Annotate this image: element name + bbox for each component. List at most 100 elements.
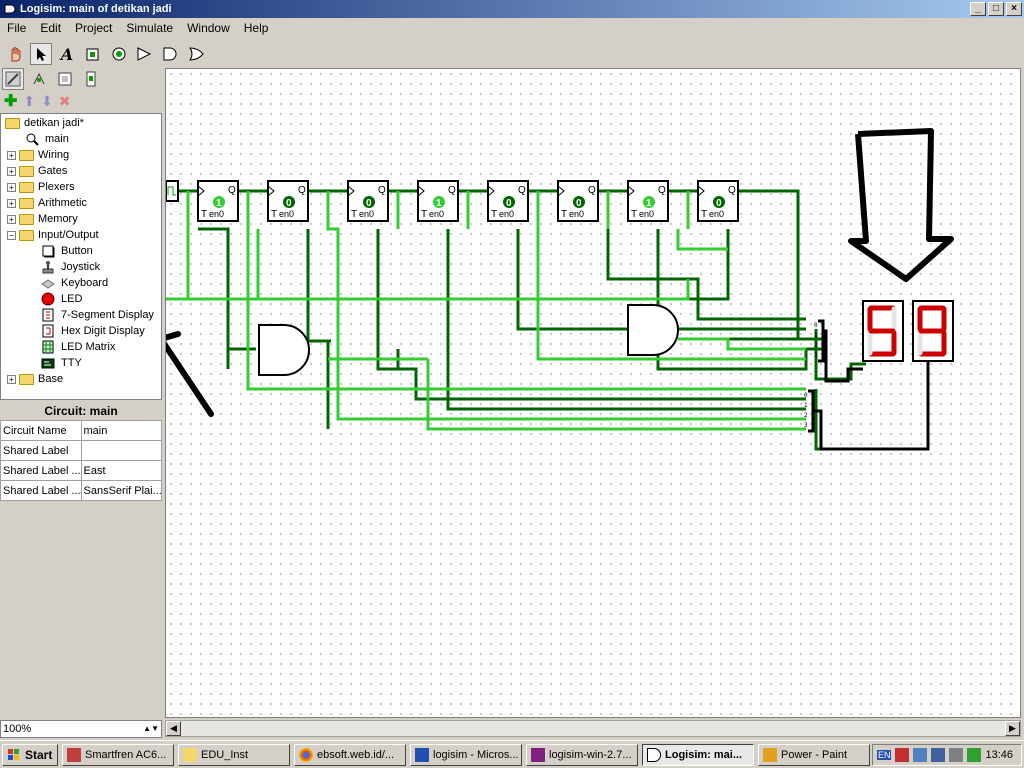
menu-window[interactable]: Window: [180, 21, 237, 35]
move-up-icon[interactable]: ⬆: [23, 93, 35, 110]
input-pin-icon[interactable]: [82, 43, 104, 65]
tree-item-led[interactable]: LED: [41, 291, 82, 307]
tree-lib-wiring[interactable]: + Wiring: [7, 147, 69, 163]
q-label: Q: [728, 185, 736, 196]
window-title-bar[interactable]: Logisim: main of detikan jadi _ □ ×: [0, 0, 1024, 18]
language-indicator[interactable]: EN: [876, 750, 892, 760]
antivirus-icon[interactable]: [895, 748, 910, 762]
t-flipflop[interactable]: 0Q T en0: [557, 180, 599, 222]
menu-simulate[interactable]: Simulate: [119, 21, 180, 35]
output-pin-icon[interactable]: [108, 43, 130, 65]
text-tool-icon[interactable]: A: [56, 43, 78, 65]
and-gate-left[interactable]: [258, 324, 310, 376]
taskbar-item-winrar[interactable]: logisim-win-2.7...: [526, 743, 638, 766]
edit-layout-icon[interactable]: [54, 68, 76, 90]
t-flipflop[interactable]: 0Q T en0: [487, 180, 529, 222]
splitter-label: 2: [804, 412, 808, 419]
circuit-canvas[interactable]: 1 Q Ten0 0 Q Ten0 0 Q Ten0 1 Q Ten0 0 Q Ten0 0 Q Ten0 1 Q Te…: [165, 68, 1021, 718]
delete-circuit-icon[interactable]: ✖: [59, 93, 71, 110]
taskbar-item-paint[interactable]: Power - Paint: [758, 743, 870, 766]
start-button[interactable]: Start: [2, 743, 58, 766]
t-flipflop[interactable]: 1Q T en0: [627, 180, 669, 222]
network-icon[interactable]: [913, 748, 928, 762]
folder-icon: [19, 373, 34, 385]
tree-circuit-main[interactable]: main: [25, 131, 69, 147]
tree-lib-gates[interactable]: + Gates: [7, 163, 67, 179]
en-label: en0: [639, 209, 654, 219]
t-flipflop[interactable]: 1Q T en0: [197, 180, 239, 222]
tree-item-tty[interactable]: TTY: [41, 355, 82, 371]
taskbar-item-chrome[interactable]: ebsoft.web.id/...: [294, 743, 406, 766]
minimize-button[interactable]: _: [970, 2, 986, 16]
expand-icon[interactable]: +: [7, 150, 16, 160]
taskbar-item-word[interactable]: logisim - Micros...: [410, 743, 522, 766]
hex-digit-display[interactable]: [912, 300, 954, 362]
zoom-spinner-icon[interactable]: ▲▼: [143, 721, 159, 737]
tree-lib-base[interactable]: + Base: [7, 371, 63, 387]
tree-item-button[interactable]: Button: [41, 243, 93, 259]
taskbar-item-smartfren[interactable]: Smartfren AC6...: [62, 743, 174, 766]
and-gate-right[interactable]: [627, 304, 679, 356]
en-label: en0: [359, 209, 374, 219]
scroll-right-icon[interactable]: ▶: [1005, 721, 1020, 736]
tree-item-7seg[interactable]: 7-Segment Display: [41, 307, 154, 323]
q-label: Q: [588, 185, 596, 196]
close-button[interactable]: ×: [1006, 2, 1022, 16]
zoom-field[interactable]: 100% ▲▼: [0, 720, 162, 738]
scroll-left-icon[interactable]: ◀: [166, 721, 181, 736]
and-gate-icon[interactable]: [160, 43, 182, 65]
menu-help[interactable]: Help: [237, 21, 276, 35]
tree-item-hex-digit[interactable]: Hex Digit Display: [41, 323, 145, 339]
simulation-tree-icon[interactable]: [28, 68, 50, 90]
edit-appearance-icon[interactable]: [80, 68, 102, 90]
tree-item-keyboard[interactable]: Keyboard: [41, 275, 108, 291]
t-label: T: [421, 209, 427, 220]
t-flipflop[interactable]: 0Q T en0: [267, 180, 309, 222]
tree-project[interactable]: detikan jadi*: [5, 115, 84, 131]
safely-remove-icon[interactable]: [967, 748, 982, 762]
or-gate-icon[interactable]: [186, 43, 208, 65]
poke-tool-icon[interactable]: [4, 43, 26, 65]
tree-lib-arithmetic[interactable]: + Arithmetic: [7, 195, 87, 211]
horizontal-scrollbar[interactable]: ◀ ▶: [165, 720, 1021, 737]
collapse-icon[interactable]: −: [7, 230, 16, 240]
expand-icon[interactable]: +: [7, 214, 16, 224]
menu-edit[interactable]: Edit: [33, 21, 68, 35]
expand-icon[interactable]: +: [7, 182, 16, 192]
shared-label-field[interactable]: [80, 440, 162, 461]
menu-file[interactable]: File: [0, 21, 33, 35]
expand-icon[interactable]: +: [7, 374, 16, 384]
tree-lib-memory[interactable]: + Memory: [7, 211, 78, 227]
table-row: Shared Label ... SansSerif Plai...: [0, 480, 162, 501]
tree-lib-plexers[interactable]: + Plexers: [7, 179, 75, 195]
menu-project[interactable]: Project: [68, 21, 119, 35]
t-flipflop[interactable]: 0Q T en0: [347, 180, 389, 222]
t-flipflop[interactable]: 1Q T en0: [417, 180, 459, 222]
toolbox-view-icon[interactable]: [2, 68, 24, 90]
hex-digit-display[interactable]: [862, 300, 904, 362]
hex-digit-icon: [42, 324, 54, 338]
splitter-lower[interactable]: 0 1 2 3: [804, 389, 815, 433]
folder-icon: [19, 181, 34, 193]
label-facing-field[interactable]: East: [80, 460, 162, 481]
taskbar-item-logisim[interactable]: Logisim: mai...: [642, 743, 754, 766]
not-gate-icon[interactable]: [134, 43, 156, 65]
t-flipflop[interactable]: 0Q T en0: [697, 180, 739, 222]
add-circuit-icon[interactable]: ✚: [4, 91, 17, 111]
circuit-diagram[interactable]: 1QT en00QT en00QT en01QT en00QT en00QT en01QT e…: [166, 69, 1021, 718]
expand-icon[interactable]: +: [7, 198, 16, 208]
tree-item-joystick[interactable]: Joystick: [41, 259, 100, 275]
shield-icon[interactable]: [931, 748, 946, 762]
tree-lib-input-output[interactable]: − Input/Output: [7, 227, 99, 243]
label-font-field[interactable]: SansSerif Plai...: [80, 480, 162, 501]
circuit-name-field[interactable]: main: [80, 420, 162, 441]
move-down-icon[interactable]: ⬇: [41, 93, 53, 110]
tree-item-led-matrix[interactable]: LED Matrix: [41, 339, 115, 355]
prop-key: Shared Label ...: [0, 480, 82, 501]
volume-icon[interactable]: [949, 748, 964, 762]
select-tool-icon[interactable]: [30, 43, 52, 65]
expand-icon[interactable]: +: [7, 166, 16, 176]
splitter-label: 1: [804, 402, 808, 409]
maximize-button[interactable]: □: [988, 2, 1004, 16]
taskbar-item-edu-inst[interactable]: EDU_Inst: [178, 743, 290, 766]
